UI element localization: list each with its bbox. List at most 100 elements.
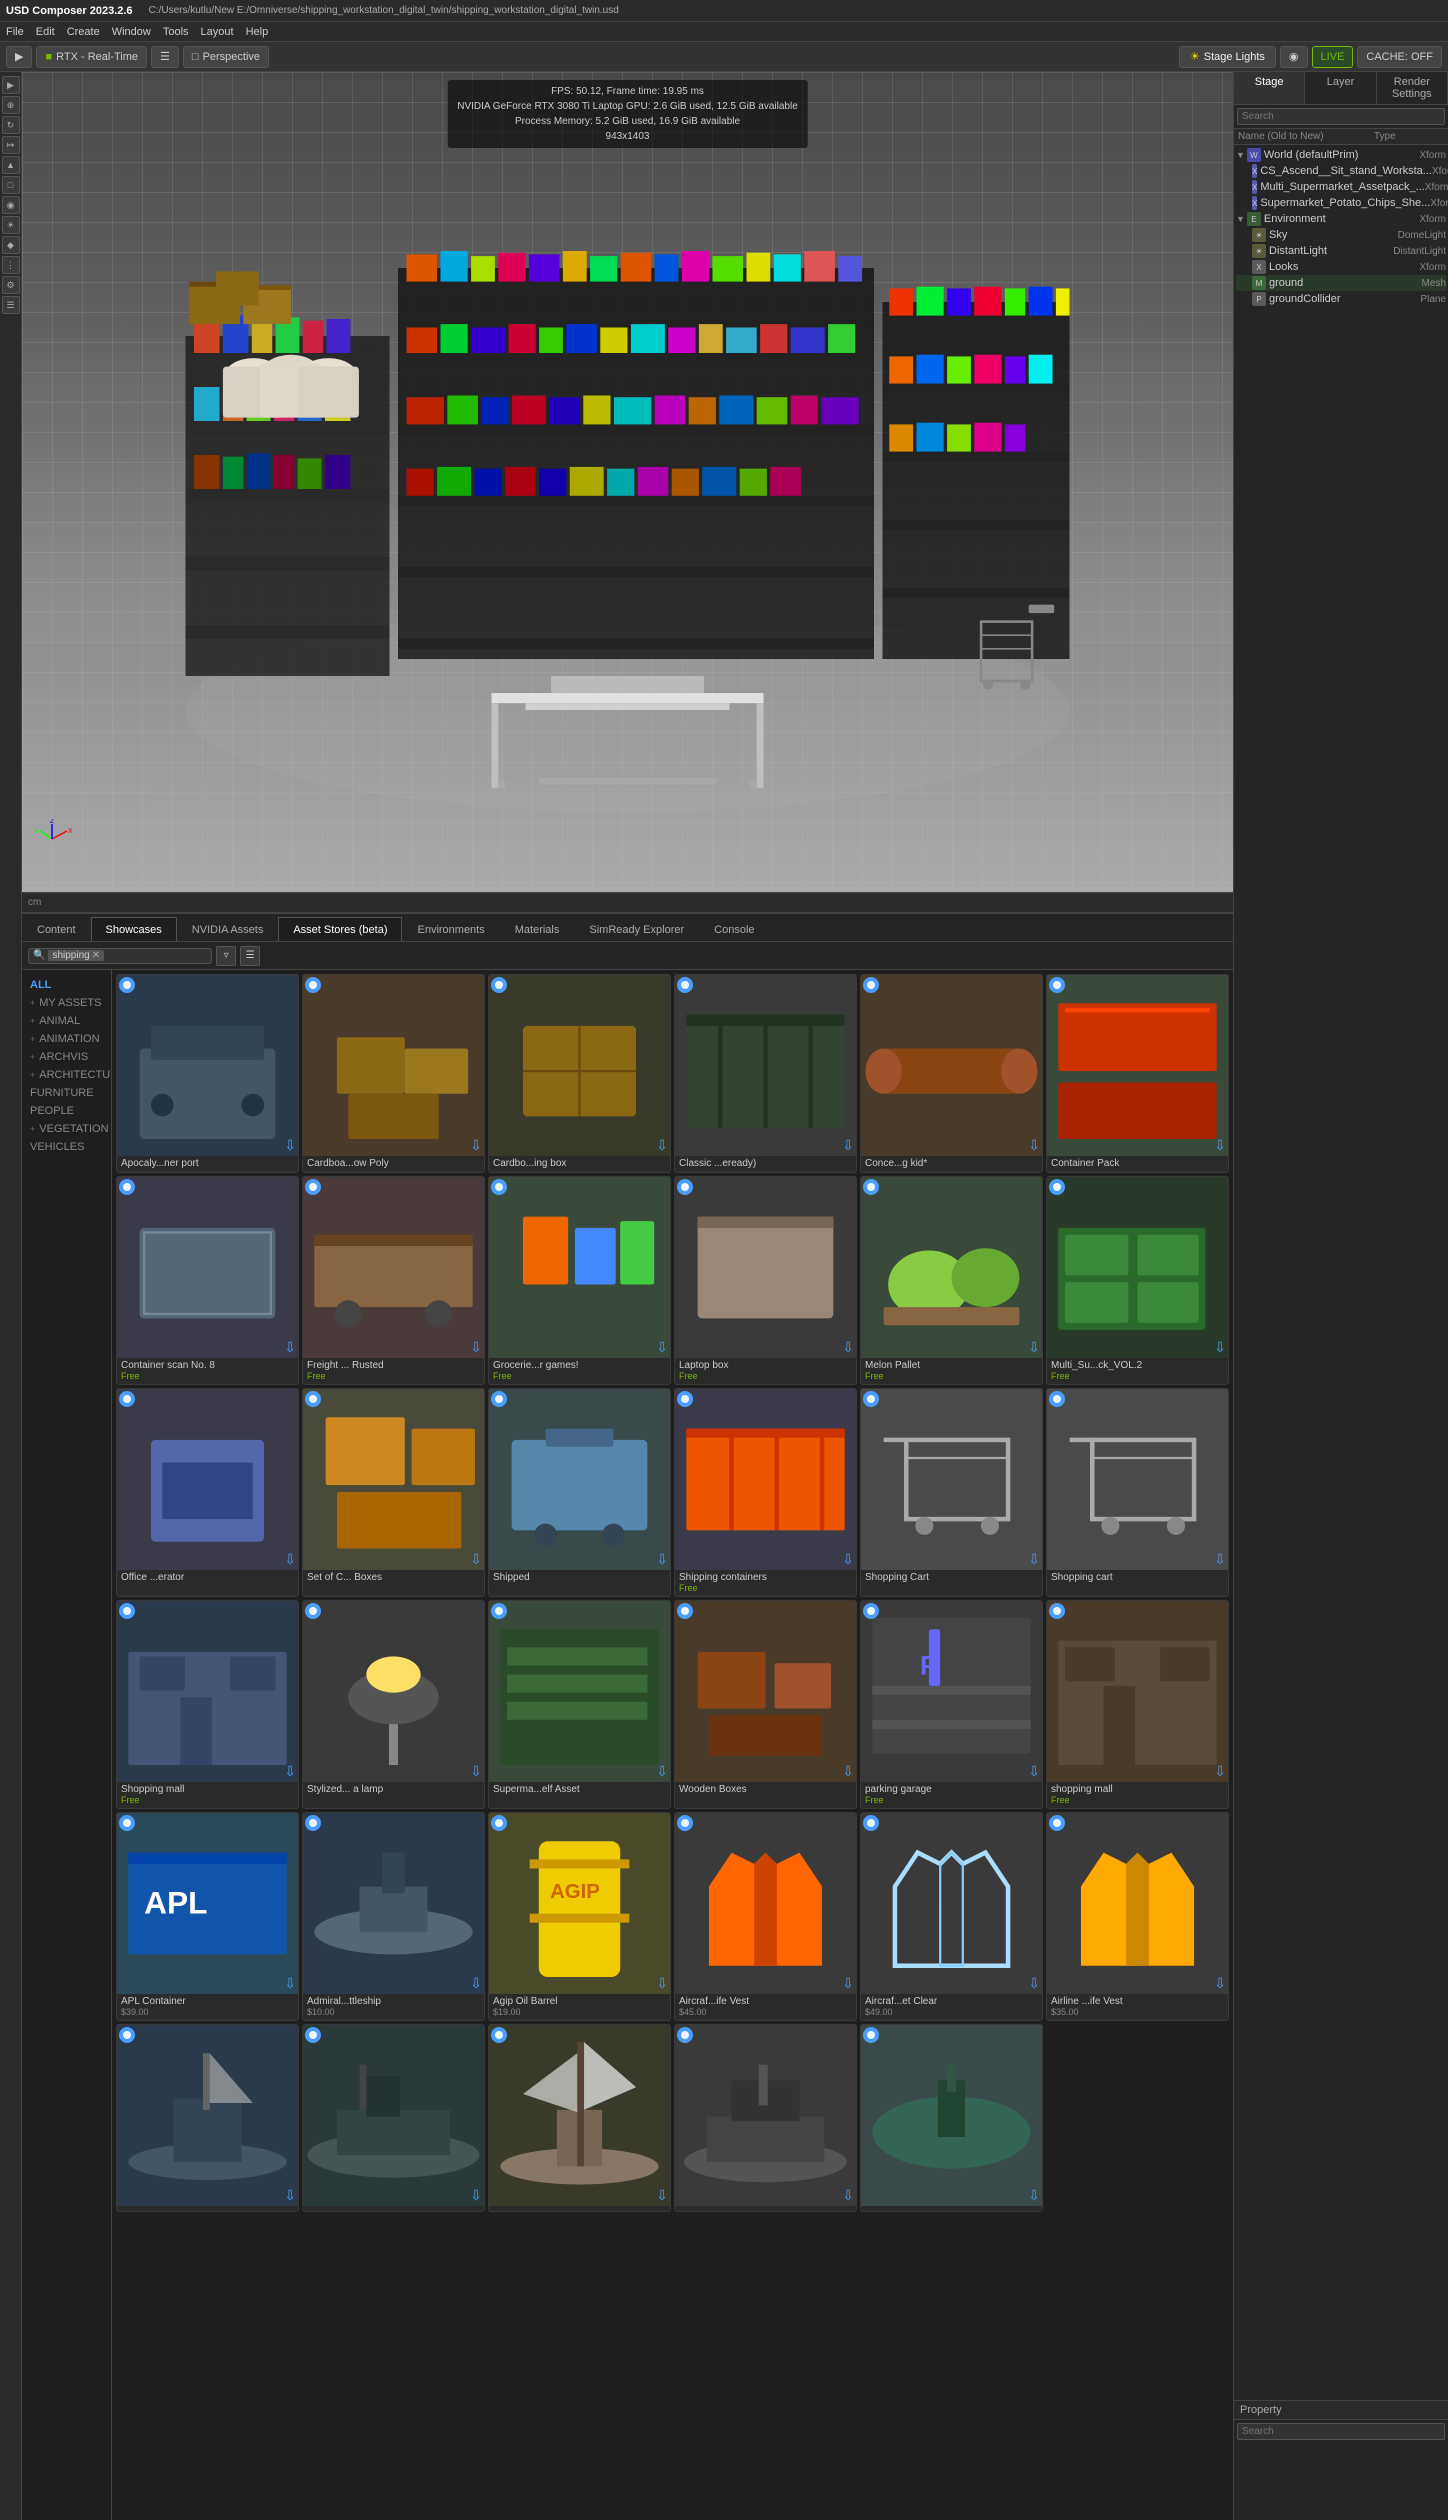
asset-card-25[interactable]: ⇩ Admiral...ttleship $10.00	[302, 1812, 485, 2021]
asset-card-26[interactable]: AGIP ⇩ Agip Oil Barrel $19.00	[488, 1812, 671, 2021]
menu-window[interactable]: Window	[112, 26, 151, 38]
cat-vehicles[interactable]: VEHICLES	[22, 1138, 111, 1156]
asset-card-13[interactable]: ⇩ Set of C... Boxes	[302, 1388, 485, 1597]
tab-simready[interactable]: SimReady Explorer	[574, 917, 699, 941]
cat-animation[interactable]: + ANIMATION	[22, 1030, 111, 1048]
tab-showcases[interactable]: Showcases	[91, 917, 177, 941]
menu-file[interactable]: File	[6, 26, 24, 38]
asset-card-24[interactable]: APL ⇩ APL Container $39.00	[116, 1812, 299, 2021]
asset-card-33[interactable]: ⇩	[674, 2024, 857, 2212]
cat-all[interactable]: ALL	[22, 976, 111, 994]
asset-card-12[interactable]: ⇩ Office ...erator	[116, 1388, 299, 1597]
tab-asset-stores[interactable]: Asset Stores (beta)	[278, 917, 402, 941]
asset-card-34[interactable]: ⇩	[860, 2024, 1043, 2212]
toolbar-select[interactable]: ▶	[6, 46, 32, 68]
tree-item-environment[interactable]: ▼ E Environment Xform	[1236, 211, 1446, 227]
tool-rotate[interactable]: ↻	[2, 116, 20, 134]
property-search-input[interactable]	[1237, 2423, 1445, 2440]
cat-furniture[interactable]: FURNITURE	[22, 1084, 111, 1102]
tree-item-cs-ascend[interactable]: X CS_Ascend__Sit_stand_Worksta... Xform	[1236, 163, 1446, 179]
tree-item-multi-supermarket[interactable]: X Multi_Supermarket_Assetpack_... Xform	[1236, 179, 1446, 195]
toolbar-render-icon[interactable]: ☰	[151, 46, 179, 68]
asset-card-27[interactable]: ⇩ Aircraf...ife Vest $45.00	[674, 1812, 857, 2021]
toolbar-camera[interactable]: ◉	[1280, 46, 1308, 68]
asset-card-19[interactable]: ⇩ Stylized... a lamp	[302, 1600, 485, 1809]
asset-card-29[interactable]: ⇩ Airline ...ife Vest $35.00	[1046, 1812, 1229, 2021]
tool-extra[interactable]: ☰	[2, 296, 20, 314]
cat-animal[interactable]: + ANIMAL	[22, 1012, 111, 1030]
tool-physics[interactable]: ◆	[2, 236, 20, 254]
asset-card-30[interactable]: ⇩	[116, 2024, 299, 2212]
tab-nvidia-assets[interactable]: NVIDIA Assets	[177, 917, 279, 941]
stage-search-input[interactable]	[1237, 108, 1445, 125]
tool-measure[interactable]: ⋮	[2, 256, 20, 274]
menu-edit[interactable]: Edit	[36, 26, 55, 38]
cache-badge[interactable]: CACHE: OFF	[1357, 46, 1442, 68]
cat-people[interactable]: PEOPLE	[22, 1102, 111, 1120]
tab-materials[interactable]: Materials	[500, 917, 575, 941]
toolbar-perspective[interactable]: □ Perspective	[183, 46, 269, 68]
cat-archvis[interactable]: + ARCHVIS	[22, 1048, 111, 1066]
tool-settings[interactable]: ⚙	[2, 276, 20, 294]
asset-card-17[interactable]: ⇩ Shopping cart	[1046, 1388, 1229, 1597]
search-box[interactable]: 🔍 shipping ✕	[28, 948, 212, 964]
asset-card-1[interactable]: ⇩ Cardboa...ow Poly	[302, 974, 485, 1173]
view-toggle-button[interactable]: ☰	[240, 946, 260, 966]
tool-snap[interactable]: ▲	[2, 156, 20, 174]
asset-card-32[interactable]: ⇩	[488, 2024, 671, 2212]
tab-render-settings[interactable]: Render Settings	[1377, 72, 1448, 104]
tree-item-supermarket-potato[interactable]: X Supermarket_Potato_Chips_She... Xform	[1236, 195, 1446, 211]
tab-stage[interactable]: Stage	[1234, 72, 1305, 104]
asset-card-8[interactable]: ⇩ Grocerie...r games! Free	[488, 1176, 671, 1385]
viewport[interactable]: FPS: 50.12, Frame time: 19.95 ms NVIDIA …	[22, 72, 1233, 892]
cat-my-assets[interactable]: + MY ASSETS	[22, 994, 111, 1012]
asset-card-11[interactable]: ⇩ Multi_Su...ck_VOL.2 Free	[1046, 1176, 1229, 1385]
tool-gizmo[interactable]: □	[2, 176, 20, 194]
asset-card-14[interactable]: ⇩ Shipped	[488, 1388, 671, 1597]
tab-content[interactable]: Content	[22, 917, 91, 941]
tool-camera[interactable]: ◉	[2, 196, 20, 214]
menu-create[interactable]: Create	[67, 26, 100, 38]
tree-item-ground-collider[interactable]: P groundCollider Plane	[1236, 291, 1446, 307]
tree-item-sky[interactable]: ☀ Sky DomeLight	[1236, 227, 1446, 243]
toolbar-rtx[interactable]: ■ RTX - Real-Time	[36, 46, 147, 68]
tree-item-ground[interactable]: M ground Mesh	[1236, 275, 1446, 291]
search-input[interactable]	[107, 950, 207, 962]
asset-card-6[interactable]: ⇩ Container scan No. 8 Free	[116, 1176, 299, 1385]
cat-vegetation[interactable]: + VEGETATION	[22, 1120, 111, 1138]
tree-item-distant-light[interactable]: ☀ DistantLight DistantLight	[1236, 243, 1446, 259]
live-badge[interactable]: LIVE	[1312, 46, 1354, 68]
asset-card-2[interactable]: ⇩ Cardbo...ing box	[488, 974, 671, 1173]
cat-architecture[interactable]: + ARCHITECTURE	[22, 1066, 111, 1084]
tree-item-world[interactable]: ▼ W World (defaultPrim) Xform	[1236, 147, 1446, 163]
filter-button[interactable]: ▿	[216, 946, 236, 966]
tool-select[interactable]: ▶	[2, 76, 20, 94]
asset-card-3[interactable]: ⇩ Classic ...eready)	[674, 974, 857, 1173]
tool-light[interactable]: ☀	[2, 216, 20, 234]
asset-card-0[interactable]: ⇩ Apocaly...ner port	[116, 974, 299, 1173]
asset-card-28[interactable]: ⇩ Aircraf...et Clear $49.00	[860, 1812, 1043, 2021]
menu-help[interactable]: Help	[246, 26, 269, 38]
search-tag[interactable]: shipping ✕	[48, 950, 104, 961]
tab-console[interactable]: Console	[699, 917, 769, 941]
asset-card-21[interactable]: ⇩ Wooden Boxes	[674, 1600, 857, 1809]
menu-layout[interactable]: Layout	[201, 26, 234, 38]
asset-card-10[interactable]: ⇩ Melon Pallet Free	[860, 1176, 1043, 1385]
tree-item-looks[interactable]: X Looks Xform	[1236, 259, 1446, 275]
asset-card-31[interactable]: ⇩	[302, 2024, 485, 2212]
asset-card-23[interactable]: ⇩ shopping mall Free	[1046, 1600, 1229, 1809]
asset-card-7[interactable]: ⇩ Freight ... Rusted Free	[302, 1176, 485, 1385]
asset-card-18[interactable]: ⇩ Shopping mall Free	[116, 1600, 299, 1809]
tool-scale[interactable]: ↦	[2, 136, 20, 154]
tab-environments[interactable]: Environments	[402, 917, 499, 941]
tab-layer[interactable]: Layer	[1305, 72, 1376, 104]
menu-tools[interactable]: Tools	[163, 26, 189, 38]
asset-card-22[interactable]: P ⇩ parking garage Free	[860, 1600, 1043, 1809]
stage-lights-button[interactable]: ☀ Stage Lights	[1179, 46, 1276, 68]
asset-card-15[interactable]: ⇩ Shipping containers Free	[674, 1388, 857, 1597]
tool-move[interactable]: ⊕	[2, 96, 20, 114]
asset-card-4[interactable]: ⇩ Conce...g kid*	[860, 974, 1043, 1173]
asset-card-16[interactable]: ⇩ Shopping Cart	[860, 1388, 1043, 1597]
asset-card-5[interactable]: ⇩ Container Pack	[1046, 974, 1229, 1173]
asset-card-9[interactable]: ⇩ Laptop box Free	[674, 1176, 857, 1385]
